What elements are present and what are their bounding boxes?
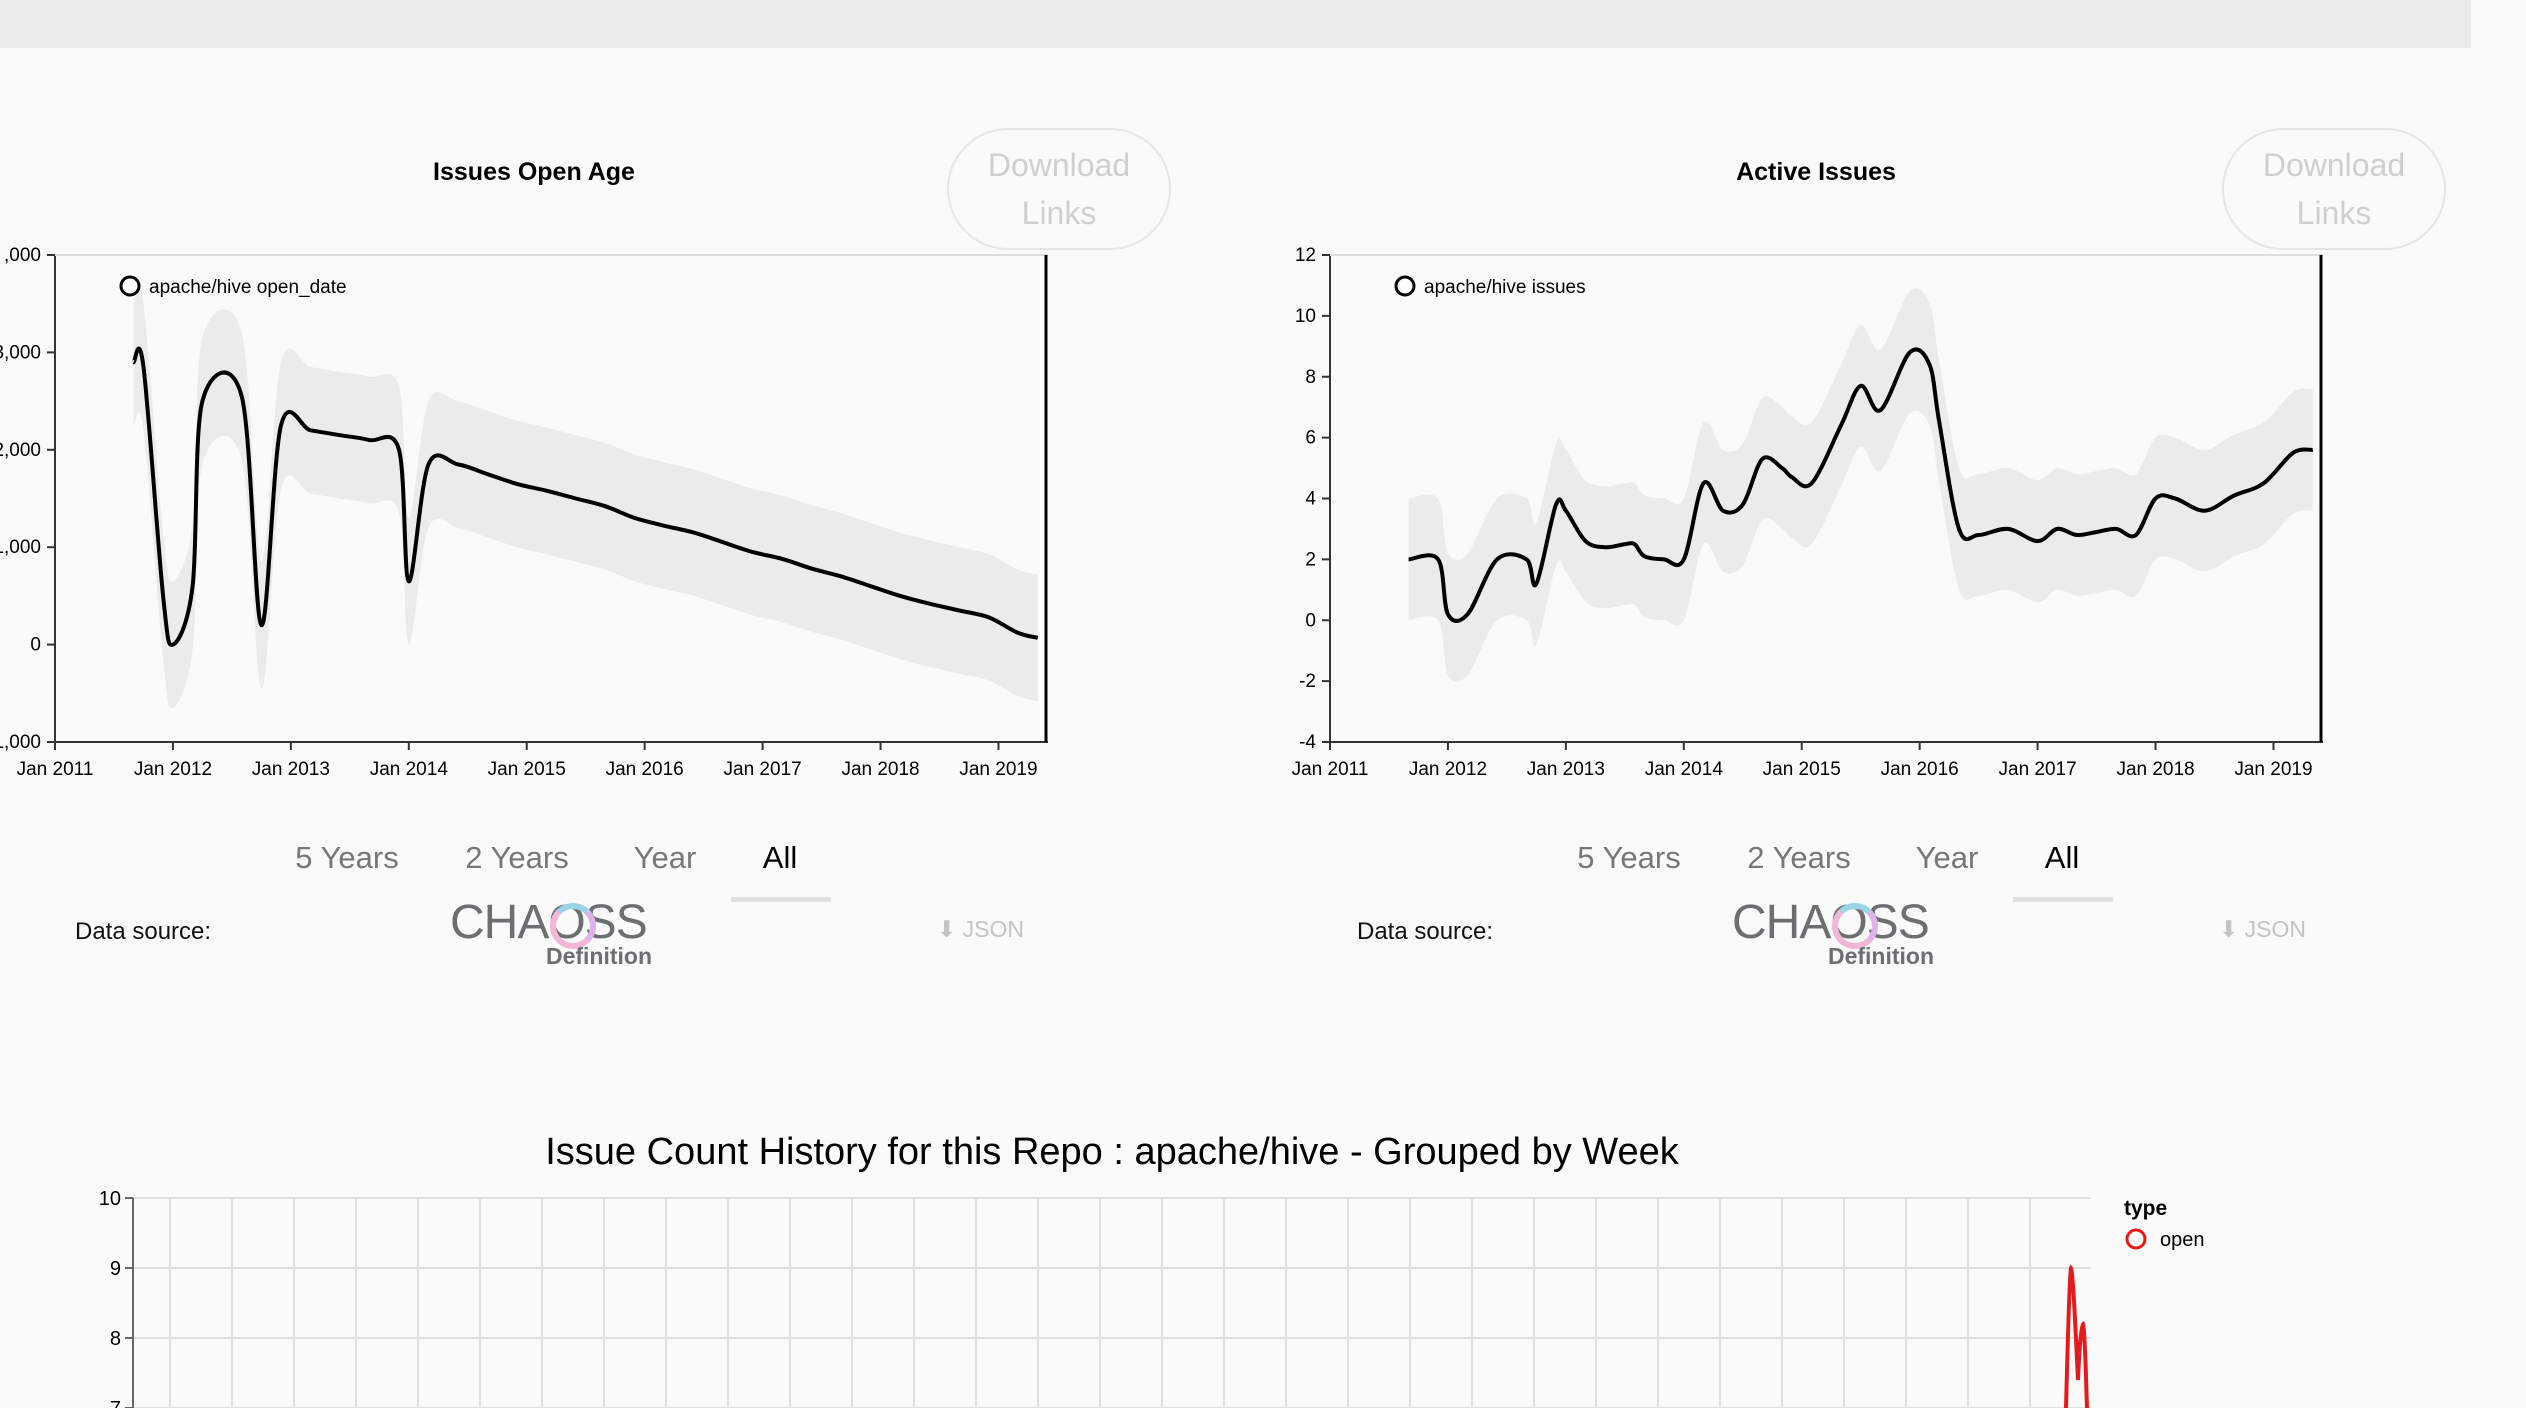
active-tab-indicator xyxy=(2013,897,2113,902)
x-tick-label: Jan 2015 xyxy=(488,759,566,780)
download-links-button[interactable]: Download Links xyxy=(947,128,1171,250)
y-axis: 10 9 8 7 xyxy=(99,1188,134,1408)
tab-2-years[interactable]: 2 Years xyxy=(465,840,568,876)
x-tick-label: Jan 2013 xyxy=(1527,759,1605,780)
y-tick-label: 10 xyxy=(99,1188,121,1210)
y-tick-label: -4 xyxy=(1299,732,1316,753)
y-tick-label: -1,000 xyxy=(0,732,41,753)
y-tick-label: 12 xyxy=(1295,245,1316,266)
download-links-button[interactable]: Download Links xyxy=(2222,128,2446,250)
y-tick-label: 8 xyxy=(110,1328,121,1350)
y-tick-label: 2 xyxy=(1305,549,1316,570)
legend-marker[interactable] xyxy=(119,275,141,297)
download-label-line2: Links xyxy=(2296,195,2372,231)
x-tick-label: Jan 2011 xyxy=(1292,759,1369,780)
x-tick-label: Jan 2018 xyxy=(841,759,919,780)
x-tick-label: Jan 2011 xyxy=(17,759,94,780)
y-tick-label: 4 xyxy=(1305,489,1316,510)
x-tick-label: Jan 2018 xyxy=(2116,759,2194,780)
x-tick-label: Jan 2016 xyxy=(1881,759,1959,780)
issue-count-history-chart: 10 9 8 7 type open xyxy=(99,1188,2205,1408)
series-line-open xyxy=(2064,1264,2089,1408)
legend-label: apache/hive issues xyxy=(1424,277,1586,298)
json-download-link[interactable]: ⬇ JSON xyxy=(937,916,1024,943)
y-tick-label: 9 xyxy=(110,1258,121,1280)
y-tick-label: 0 xyxy=(1305,610,1316,631)
y-tick-label: 6 xyxy=(1305,428,1316,449)
x-tick-label: Jan 2013 xyxy=(252,759,330,780)
y-tick-label: 7 xyxy=(110,1398,121,1408)
y-tick-label: 0 xyxy=(30,635,41,656)
y-tick-label: 3,000 xyxy=(0,342,41,363)
data-source-label: Data source: xyxy=(1357,918,1494,945)
tab-all[interactable]: All xyxy=(2045,840,2079,876)
x-tick-label: Jan 2019 xyxy=(2234,759,2312,780)
y-tick-label: 1,000 xyxy=(0,537,41,558)
active-issues-chart: 121086420-2-4 Jan 2011 Jan 2012 Jan 2013 Ja… xyxy=(1292,245,2323,780)
issues-open-age-chart: ,0003,0002,0001,0000-1,000 Jan 2011Jan 2… xyxy=(0,245,1048,780)
chaoss-logo[interactable]: CHAOSS Definition xyxy=(1732,897,1942,977)
x-axis: Jan 2011 Jan 2012 Jan 2013 Jan 2014 Jan 2015… xyxy=(17,741,1048,780)
chart-title-open-age: Issues Open Age xyxy=(433,158,635,186)
json-download-link[interactable]: ⬇ JSON xyxy=(2219,916,2306,943)
download-label-line1: Download xyxy=(987,147,1131,183)
legend-title: type xyxy=(2124,1197,2167,1220)
legend-marker[interactable] xyxy=(1394,275,1416,297)
legend-label: apache/hive open_date xyxy=(149,277,347,298)
tab-all[interactable]: All xyxy=(763,840,797,876)
chaoss-wordmark: CHAOSS xyxy=(450,896,648,949)
x-tick-label: Jan 2014 xyxy=(370,759,449,780)
history-chart-title: Issue Count History for this Repo : apac… xyxy=(545,1131,1679,1173)
x-tick-label: Jan 2016 xyxy=(606,759,684,780)
x-axis: Jan 2011 Jan 2012 Jan 2013 Jan 2014 Jan 2015… xyxy=(1292,741,2323,780)
tab-5-years[interactable]: 5 Years xyxy=(1577,840,1680,876)
x-tick-label: Jan 2017 xyxy=(1999,759,2077,780)
chaoss-logo[interactable]: CHAOSS Definition xyxy=(450,897,660,977)
x-tick-label: Jan 2015 xyxy=(1763,759,1841,780)
x-tick-label: Jan 2012 xyxy=(1409,759,1487,780)
x-tick-label: Jan 2012 xyxy=(134,759,212,780)
active-tab-indicator xyxy=(731,897,831,902)
chart-title-active-issues: Active Issues xyxy=(1736,158,1896,186)
legend-label-open: open xyxy=(2160,1229,2205,1251)
chaoss-definition-label: Definition xyxy=(1827,943,1934,969)
y-tick-label: -2 xyxy=(1299,671,1316,692)
y-tick-label: ,000 xyxy=(4,245,41,266)
tab-5-years[interactable]: 5 Years xyxy=(295,840,398,876)
data-source-label: Data source: xyxy=(75,918,212,945)
x-tick-label: Jan 2014 xyxy=(1645,759,1724,780)
y-tick-label: 2,000 xyxy=(0,440,41,461)
x-tick-label: Jan 2019 xyxy=(959,759,1037,780)
y-tick-label: 8 xyxy=(1305,367,1316,388)
y-tick-label: 10 xyxy=(1295,306,1316,327)
y-axis: 12 10 8 6 4 2 0 -2 -4 xyxy=(1295,245,1331,753)
x-tick-label: Jan 2017 xyxy=(724,759,802,780)
chaoss-wordmark: CHAOSS xyxy=(1732,896,1930,949)
chaoss-definition-label: Definition xyxy=(545,943,652,969)
tab-2-years[interactable]: 2 Years xyxy=(1747,840,1850,876)
history-grid xyxy=(133,1197,2091,1408)
tab-year[interactable]: Year xyxy=(634,840,697,876)
download-label-line1: Download xyxy=(2262,147,2406,183)
legend-marker-open[interactable] xyxy=(2125,1228,2147,1250)
download-label-line2: Links xyxy=(1021,195,1097,231)
y-axis: ,000 3,000 2,000 1,000 0 -1,000 xyxy=(0,245,56,753)
tab-year[interactable]: Year xyxy=(1916,840,1979,876)
top-bar xyxy=(0,0,2471,48)
